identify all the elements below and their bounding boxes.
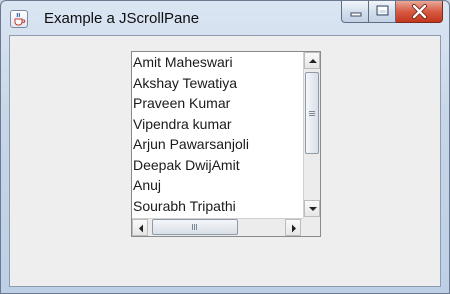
- close-icon: [412, 4, 427, 19]
- minimize-button[interactable]: [341, 1, 369, 23]
- grip-icon: [309, 111, 315, 116]
- horizontal-scroll-thumb[interactable]: [152, 219, 238, 235]
- close-button[interactable]: [396, 1, 443, 23]
- vertical-scrollbar[interactable]: [303, 52, 320, 218]
- grip-icon: [192, 224, 197, 230]
- horizontal-scrollbar[interactable]: [132, 218, 303, 236]
- list-item[interactable]: Arjun Pawarsanjoli: [132, 134, 303, 155]
- scrollbar-corner: [303, 218, 320, 236]
- maximize-icon: [376, 5, 389, 16]
- list-item[interactable]: Anuj: [132, 175, 303, 196]
- scroll-down-button[interactable]: [304, 200, 320, 217]
- scroll-up-button[interactable]: [304, 52, 320, 69]
- caption-buttons: [341, 1, 443, 23]
- list-viewport: Amit Maheswari Akshay Tewatiya Praveen K…: [132, 52, 303, 218]
- list-item[interactable]: Sourabh Tripathi: [132, 196, 303, 217]
- list-item[interactable]: Vipendra kumar: [132, 114, 303, 135]
- list-item[interactable]: Amit Maheswari: [132, 52, 303, 73]
- scroll-left-button[interactable]: [132, 219, 148, 236]
- minimize-icon: [350, 12, 362, 17]
- title-bar[interactable]: Example a JScrollPane: [1, 1, 449, 35]
- content-pane: Amit Maheswari Akshay Tewatiya Praveen K…: [9, 35, 441, 287]
- vertical-scroll-thumb[interactable]: [305, 72, 319, 154]
- arrow-left-icon: [139, 224, 143, 233]
- arrow-down-icon: [309, 207, 317, 211]
- window-title: Example a JScrollPane: [44, 10, 200, 27]
- maximize-button[interactable]: [369, 1, 396, 23]
- app-window: Example a JScrollPane Amit Maheswari Aks…: [0, 0, 450, 294]
- java-cup-icon[interactable]: [10, 10, 28, 28]
- list-item[interactable]: Akshay Tewatiya: [132, 73, 303, 94]
- arrow-right-icon: [292, 224, 296, 233]
- arrow-up-icon: [309, 59, 317, 63]
- list-item[interactable]: Deepak DwijAmit: [132, 155, 303, 176]
- list-item[interactable]: Praveen Kumar: [132, 93, 303, 114]
- scroll-pane: Amit Maheswari Akshay Tewatiya Praveen K…: [131, 51, 321, 237]
- scroll-right-button[interactable]: [285, 219, 301, 236]
